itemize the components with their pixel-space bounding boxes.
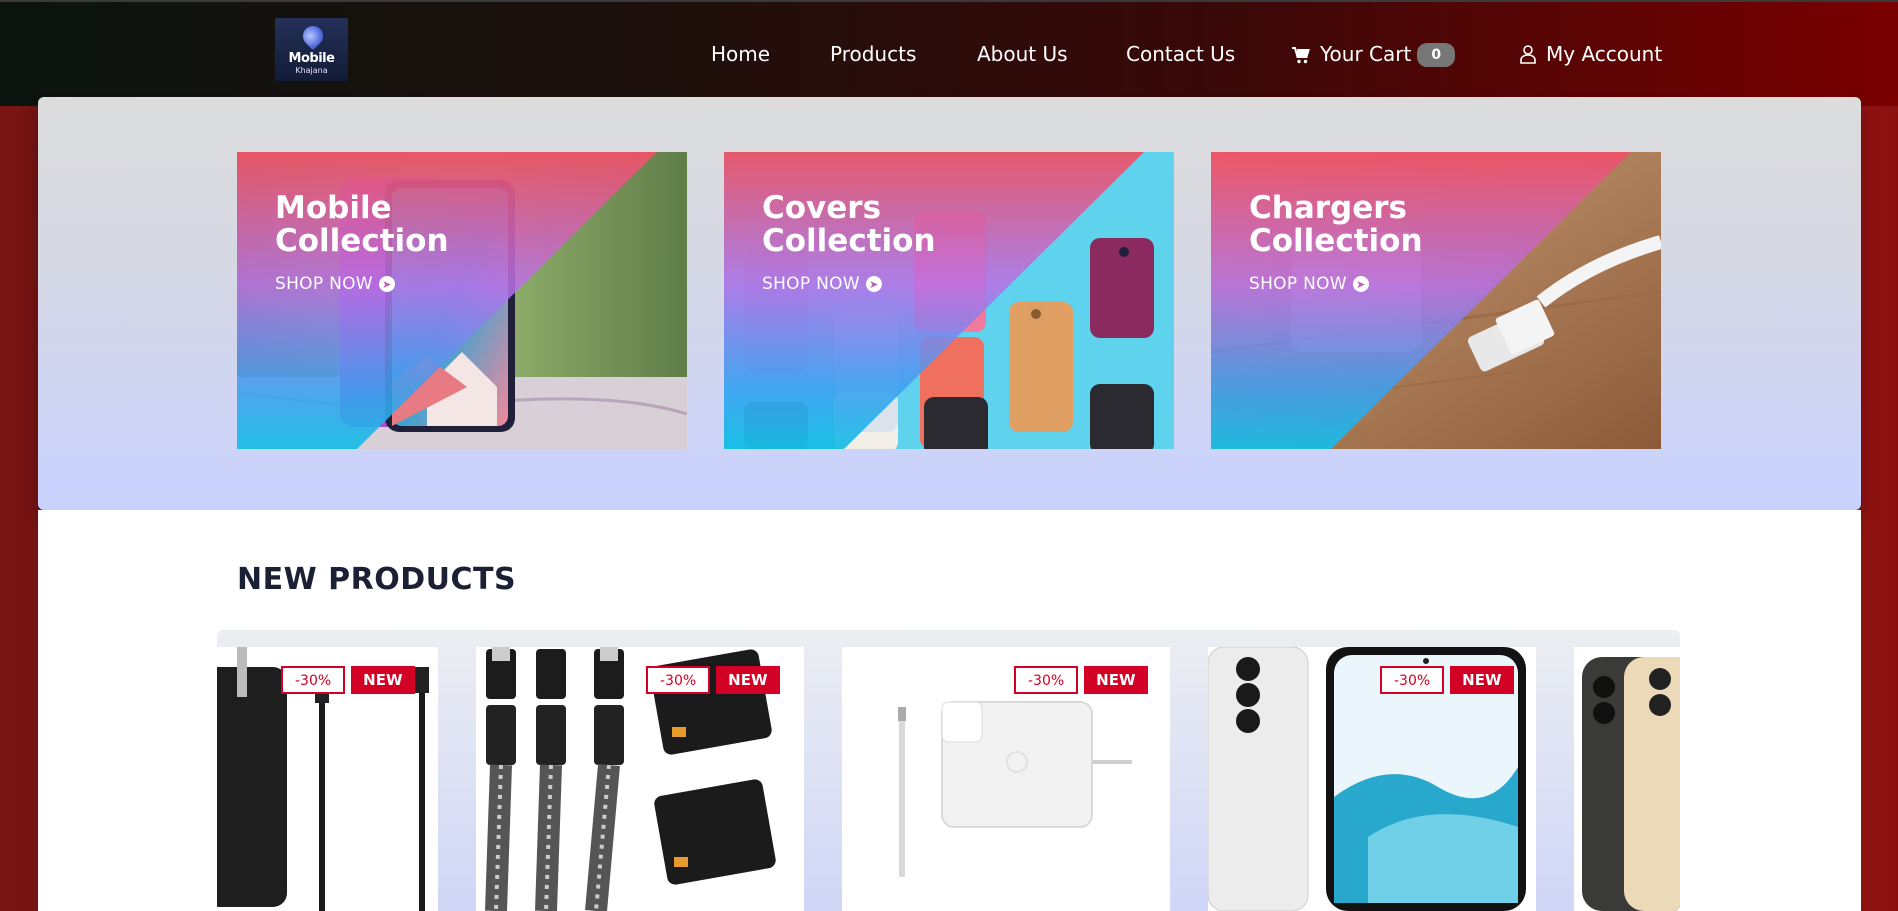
shop-now-label: SHOP NOW	[1249, 274, 1347, 294]
collection-title: Covers Collection	[762, 192, 936, 258]
shop-now-label: SHOP NOW	[275, 274, 373, 294]
collection-card-mobile[interactable]: Mobile Collection SHOP NOW ➤	[237, 152, 687, 449]
discount-badge: -30%	[281, 666, 346, 694]
nav-cart[interactable]: Your Cart 0	[1292, 42, 1456, 67]
site-logo[interactable]: Mobile Khajana	[275, 18, 348, 81]
shop-now-label: SHOP NOW	[762, 274, 860, 294]
cart-icon	[1292, 47, 1310, 64]
product-image-iphone	[1582, 657, 1680, 911]
user-icon	[1520, 45, 1536, 64]
nav-contact-us[interactable]: Contact Us	[1126, 42, 1235, 66]
product-card[interactable]: -30% NEW	[842, 647, 1170, 911]
collection-title-line1: Covers	[762, 190, 882, 226]
cart-label: Your Cart	[1320, 42, 1412, 66]
new-badge: NEW	[1084, 666, 1148, 694]
logo-drop-icon	[298, 21, 328, 51]
new-badge: NEW	[716, 666, 780, 694]
collection-title-line2: Collection	[275, 223, 449, 259]
shop-now-link[interactable]: SHOP NOW ➤	[1249, 274, 1369, 294]
product-labels: -30% NEW	[281, 666, 415, 694]
shop-now-link[interactable]: SHOP NOW ➤	[762, 274, 882, 294]
products-slider[interactable]: -30% NEW -30% NEW -30% NEW -30% NEW	[217, 630, 1680, 911]
shop-now-link[interactable]: SHOP NOW ➤	[275, 274, 395, 294]
product-card[interactable]	[1574, 647, 1680, 911]
product-card[interactable]: -30% NEW	[217, 647, 438, 911]
collection-title: Chargers Collection	[1249, 192, 1423, 258]
nav-home[interactable]: Home	[711, 42, 770, 66]
logo-text-line2: Khajana	[295, 66, 328, 75]
collection-card-covers[interactable]: Covers Collection SHOP NOW ➤	[724, 152, 1174, 449]
account-label: My Account	[1546, 42, 1663, 66]
collection-title-line1: Chargers	[1249, 190, 1407, 226]
collection-title-line2: Collection	[762, 223, 936, 259]
new-badge: NEW	[1450, 666, 1514, 694]
discount-badge: -30%	[1380, 666, 1445, 694]
collection-title-line2: Collection	[1249, 223, 1423, 259]
arrow-circle-right-icon: ➤	[865, 276, 882, 292]
collections-banner: Mobile Collection SHOP NOW ➤ Covers Coll…	[38, 97, 1861, 510]
section-title: NEW PRODUCTS	[237, 562, 517, 597]
product-card[interactable]: -30% NEW	[1208, 647, 1536, 911]
logo-text-line1: Mobile	[288, 51, 335, 66]
cart-count-badge: 0	[1417, 43, 1456, 67]
product-labels: -30% NEW	[646, 666, 780, 694]
arrow-circle-right-icon: ➤	[1352, 276, 1369, 292]
discount-badge: -30%	[646, 666, 711, 694]
new-badge: NEW	[351, 666, 415, 694]
nav-about-us[interactable]: About Us	[977, 42, 1068, 66]
collection-card-chargers[interactable]: Chargers Collection SHOP NOW ➤	[1211, 152, 1661, 449]
product-labels: -30% NEW	[1014, 666, 1148, 694]
site-header: Mobile Khajana Home Products About Us Co…	[0, 0, 1898, 106]
collection-title-line1: Mobile	[275, 190, 392, 226]
product-card[interactable]: -30% NEW	[476, 647, 804, 911]
collection-title: Mobile Collection	[275, 192, 449, 258]
product-labels: -30% NEW	[1380, 666, 1514, 694]
discount-badge: -30%	[1014, 666, 1079, 694]
arrow-circle-right-icon: ➤	[378, 276, 395, 292]
nav-my-account[interactable]: My Account	[1520, 42, 1662, 66]
nav-products[interactable]: Products	[830, 42, 916, 66]
